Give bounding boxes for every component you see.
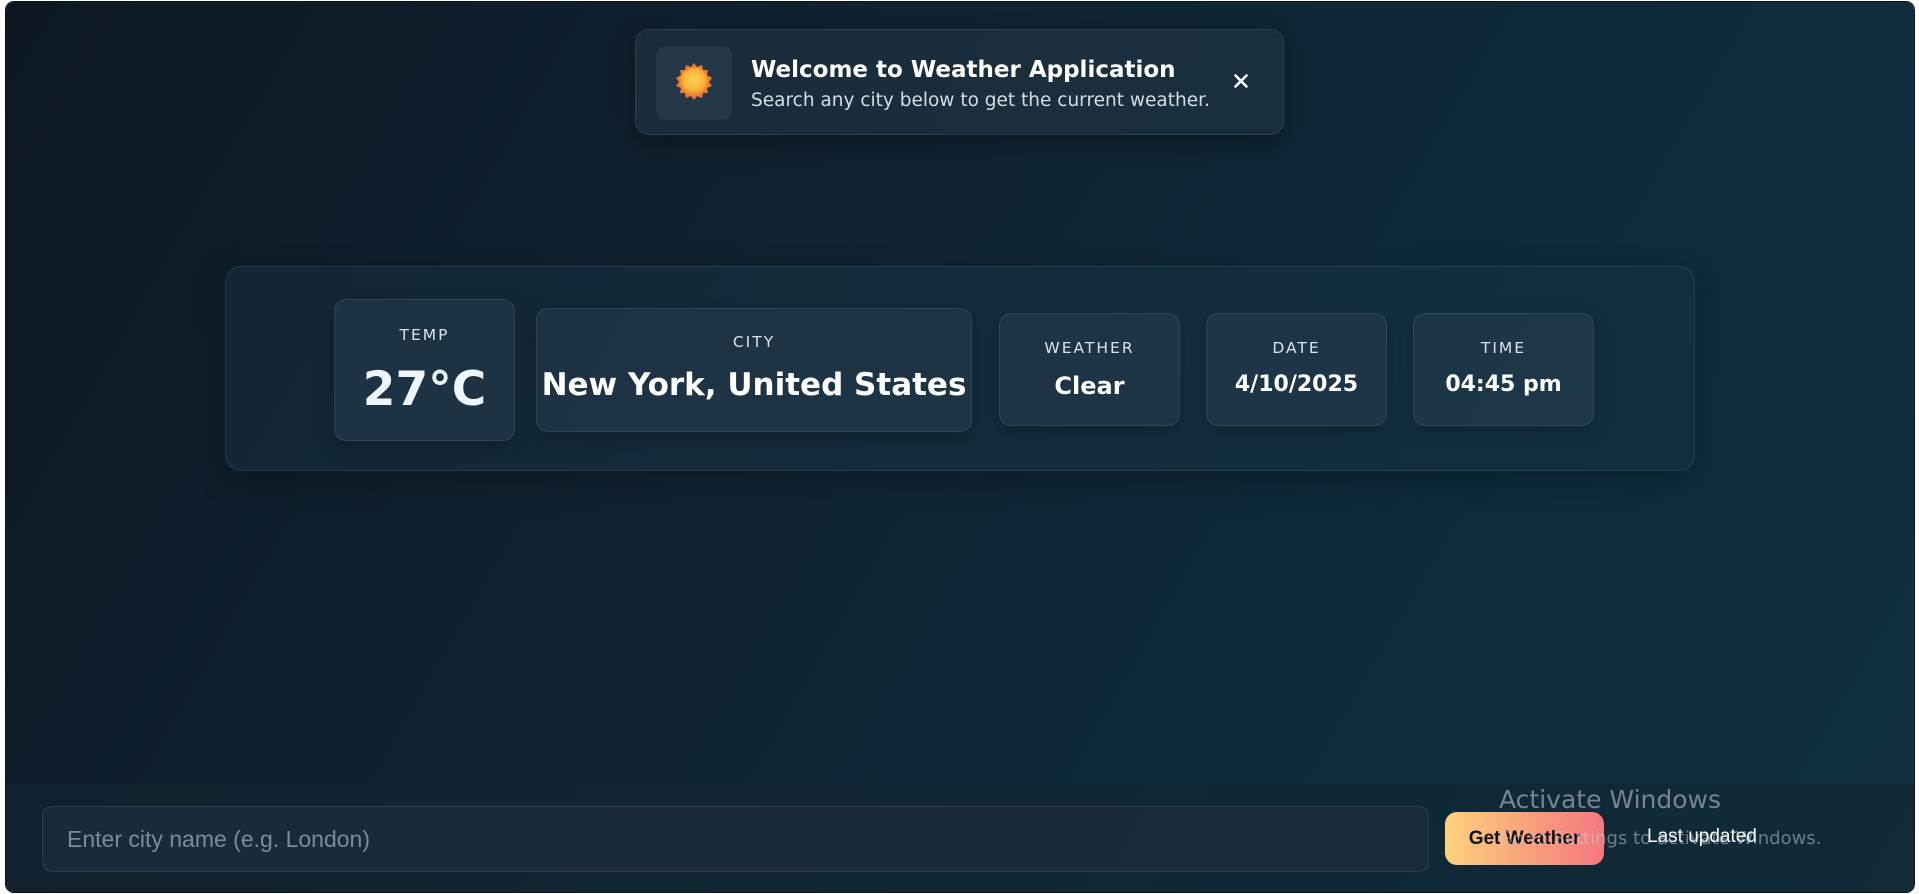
watermark-subtitle: Go to Settings to activate Windows. xyxy=(1499,828,1822,849)
temp-value: 27°C xyxy=(362,362,487,417)
date-value: 4/10/2025 xyxy=(1234,372,1359,397)
time-card: TIME 04:45 pm xyxy=(1413,313,1594,426)
date-label: DATE xyxy=(1272,339,1321,357)
close-icon xyxy=(1233,73,1249,93)
weather-panel: TEMP 27°C CITY New York, United States W… xyxy=(225,266,1695,471)
city-label: CITY xyxy=(732,333,776,351)
city-card: CITY New York, United States xyxy=(536,308,972,432)
welcome-toast: Welcome to Weather Application Search an… xyxy=(635,29,1284,135)
toast-icon-box xyxy=(656,46,732,120)
close-toast-button[interactable] xyxy=(1227,69,1255,97)
time-value: 04:45 pm xyxy=(1445,372,1562,397)
toast-title: Welcome to Weather Application xyxy=(751,57,1176,83)
weather-label: WEATHER xyxy=(1044,339,1135,357)
sun-icon xyxy=(674,61,714,105)
weather-card: WEATHER Clear xyxy=(999,313,1180,426)
app-window: Welcome to Weather Application Search an… xyxy=(6,2,1914,892)
city-search-input[interactable] xyxy=(42,806,1429,872)
city-value: New York, United States xyxy=(541,367,967,403)
temp-label: TEMP xyxy=(399,326,450,344)
toast-subtitle: Search any city below to get the current… xyxy=(751,90,1210,111)
watermark-title: Activate Windows xyxy=(1499,785,1721,814)
weather-value: Clear xyxy=(1054,372,1125,400)
temp-card: TEMP 27°C xyxy=(334,299,515,441)
time-label: TIME xyxy=(1480,339,1527,357)
date-card: DATE 4/10/2025 xyxy=(1206,313,1387,426)
